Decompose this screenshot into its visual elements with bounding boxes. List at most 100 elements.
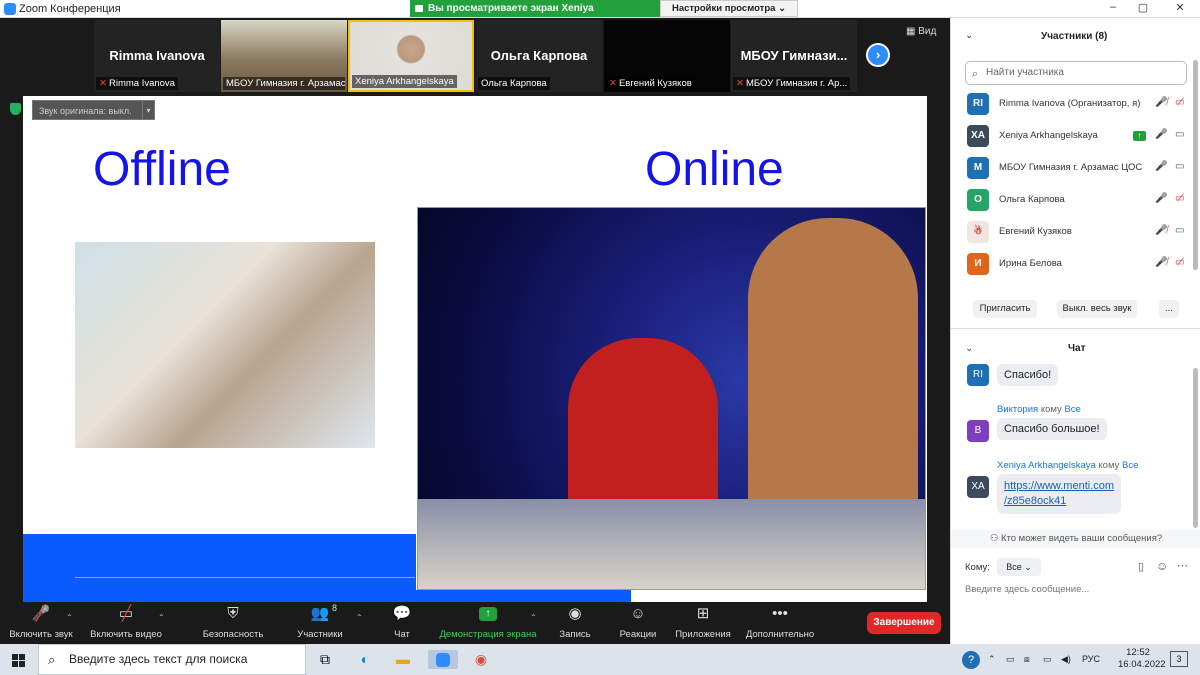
- video-tile[interactable]: Rimma Ivanova ✕ Rimma Ivanova: [94, 20, 220, 92]
- window-title: Zoom Конференция: [19, 3, 121, 15]
- help-icon[interactable]: ?: [962, 651, 980, 669]
- mic-icon[interactable]: 🎤: [1155, 161, 1167, 172]
- chevron-up-icon[interactable]: ⌃: [988, 654, 996, 665]
- participant-row[interactable]: И Ирина Белова 🎤̸ ▭̸: [965, 250, 1195, 278]
- taskbar-search-input[interactable]: ⌕ Введите здесь текст для поиска: [38, 644, 306, 675]
- chevron-up-icon[interactable]: ⌃: [66, 606, 73, 630]
- reactions-label: Реакции: [619, 629, 657, 640]
- video-tile[interactable]: МБОУ Гимнази... ✕ МБОУ Гимназия г. Ар...: [731, 20, 857, 92]
- participant-row[interactable]: M МБОУ Гимназия г. Арзамас ЦОС 🎤 ▭: [965, 154, 1195, 182]
- end-meeting-button[interactable]: Завершение: [867, 612, 941, 634]
- reactions-button[interactable]: ☺ Реакции: [614, 602, 662, 644]
- language-indicator[interactable]: РУС: [1082, 654, 1100, 664]
- zoom-taskbar-icon[interactable]: [428, 650, 458, 669]
- collapse-participants-icon[interactable]: ⌄: [965, 30, 973, 41]
- collapse-chat-icon[interactable]: ⌄: [965, 343, 973, 354]
- zoom-logo-icon: [4, 3, 16, 15]
- windows-taskbar: ⌕ Введите здесь текст для поиска ⧉ ◐ ▬ ◉ …: [0, 644, 1200, 675]
- chat-message: Виктория кому Все В Спасибо большое!: [965, 404, 1195, 448]
- mic-icon[interactable]: 🎤: [1155, 193, 1167, 204]
- chat-bubble: Спасибо!: [997, 364, 1059, 386]
- chat-message-input[interactable]: Введите здесь сообщение...: [965, 584, 1089, 595]
- apps-button[interactable]: ⊞ Приложения: [672, 602, 734, 644]
- view-options-button[interactable]: Настройки просмотра ⌄: [660, 0, 798, 17]
- chat-recipient-select[interactable]: Все ⌄: [997, 558, 1041, 576]
- file-icon[interactable]: ▯: [1138, 560, 1144, 573]
- mute-all-button[interactable]: Выкл. весь звук: [1057, 300, 1137, 318]
- chat-link[interactable]: /z85e8ock41: [1004, 495, 1066, 507]
- participants-icon: 👥: [310, 605, 330, 622]
- task-view-icon[interactable]: ⧉: [315, 650, 335, 669]
- emoji-icon[interactable]: ☺: [1156, 559, 1168, 573]
- mic-icon[interactable]: 🎤: [1155, 129, 1167, 140]
- video-tile[interactable]: Ольга Карпова Ольга Карпова: [476, 20, 602, 92]
- tile-name-label: ✕ МБОУ Гимназия г. Ар...: [733, 77, 851, 90]
- windows-start-icon[interactable]: [12, 654, 25, 667]
- participant-row[interactable]: О Ольга Карпова 🎤 ▭̸: [965, 186, 1195, 214]
- video-tile-active-speaker[interactable]: Xeniya Arkhangelskaya: [348, 20, 474, 92]
- chevron-up-icon[interactable]: ⌃: [356, 606, 363, 630]
- chat-button[interactable]: 💬 Чат: [380, 602, 424, 644]
- video-off-icon[interactable]: ▭̸: [1175, 193, 1184, 204]
- unmute-button[interactable]: 🎤 ╱ ⌃ Включить звук: [4, 602, 78, 644]
- video-tile[interactable]: МБОУ Гимназия г. Арзамас: [221, 20, 347, 92]
- edge-browser-icon[interactable]: ◐: [355, 650, 375, 669]
- chevron-up-icon[interactable]: ⌃: [158, 606, 165, 630]
- ellipsis-icon[interactable]: ⋯: [1177, 559, 1188, 572]
- next-page-arrow-icon[interactable]: ›: [866, 43, 890, 67]
- grid-icon: ▦: [906, 26, 919, 37]
- chevron-up-icon[interactable]: ⌃: [530, 606, 537, 630]
- network-icon[interactable]: ⧈: [1024, 654, 1030, 665]
- slide-title-offline: Offline: [93, 143, 231, 196]
- zoom-tray-icon[interactable]: ▭: [1006, 654, 1015, 665]
- taskbar-clock[interactable]: 12:52 16.04.2022: [1118, 647, 1166, 671]
- notifications-icon[interactable]: 3: [1170, 651, 1188, 667]
- tile-name-label: Xeniya Arkhangelskaya: [352, 75, 457, 88]
- participant-row[interactable]: RI Rimma Ivanova (Организатор, я) 🎤̸ ▭̸: [965, 90, 1195, 118]
- video-off-icon[interactable]: ▭̸: [1175, 257, 1184, 268]
- participants-scrollbar[interactable]: [1193, 60, 1198, 270]
- video-off-icon[interactable]: ▭̸: [1175, 97, 1184, 108]
- chat-link[interactable]: https://www.menti.com: [1004, 480, 1114, 492]
- start-video-button[interactable]: ▭ ╱ ⌃ Включить видео: [86, 602, 166, 644]
- original-sound-toggle[interactable]: Звук оригинала: выкл. ▾: [32, 100, 155, 120]
- invite-button[interactable]: Пригласить: [973, 300, 1037, 318]
- view-button[interactable]: ▦ Вид: [906, 26, 936, 37]
- video-icon[interactable]: ▭: [1175, 161, 1184, 172]
- video-tile[interactable]: ✕ Евгений Кузяков: [604, 20, 730, 92]
- chat-scrollbar[interactable]: [1193, 368, 1198, 528]
- mic-muted-icon: ✕: [736, 78, 744, 89]
- photo-person: [748, 218, 918, 518]
- participant-row[interactable]: XA Xeniya Arkhangelskaya ↑ 🎤 ▭: [965, 122, 1195, 150]
- close-button[interactable]: ✕: [1170, 1, 1190, 14]
- video-icon[interactable]: ▭: [1175, 129, 1184, 140]
- participants-more-button[interactable]: ...: [1159, 300, 1179, 318]
- share-screen-button[interactable]: ↑ ⌃ Демонстрация экрана: [436, 602, 540, 644]
- participant-search-input[interactable]: ⌕ Найти участника: [965, 61, 1187, 85]
- chat-privacy-text: Кто может видеть ваши сообщения?: [1000, 533, 1163, 544]
- chat-sender: Xeniya Arkhangelskaya: [997, 460, 1096, 471]
- record-button[interactable]: ◉ Запись: [554, 602, 596, 644]
- battery-icon[interactable]: ▭: [1043, 654, 1052, 665]
- maximize-button[interactable]: ▢: [1133, 1, 1153, 14]
- video-icon[interactable]: ▭: [1175, 225, 1184, 236]
- participant-row[interactable]: ☃ Евгений Кузяков 🎤̸ ▭: [965, 218, 1195, 246]
- mic-muted-icon[interactable]: 🎤̸: [1155, 225, 1167, 236]
- search-icon: ⌕: [48, 652, 56, 667]
- encryption-shield-icon[interactable]: [10, 103, 21, 115]
- chevron-down-icon[interactable]: ▾: [142, 101, 154, 119]
- file-explorer-icon[interactable]: ▬: [393, 650, 413, 669]
- participants-button[interactable]: 👥 8 ⌃ Участники: [290, 602, 362, 644]
- chrome-browser-icon[interactable]: ◉: [471, 650, 491, 669]
- clock-date: 16.04.2022: [1118, 659, 1166, 670]
- minimize-button[interactable]: –: [1103, 1, 1123, 13]
- clock-time: 12:52: [1126, 647, 1150, 658]
- speaker-icon[interactable]: ◀): [1061, 654, 1071, 665]
- chat-privacy-link[interactable]: ⚇ Кто может видеть ваши сообщения?: [951, 530, 1200, 548]
- tile-name-text: МБОУ Гимназия г. Арзамас: [226, 78, 345, 89]
- screen-share-icon: ↑: [1133, 131, 1146, 141]
- mic-muted-icon[interactable]: 🎤̸: [1155, 257, 1167, 268]
- security-button[interactable]: ⛨ Безопасность: [198, 602, 268, 644]
- more-button[interactable]: ••• Дополнительно: [742, 602, 818, 644]
- mic-muted-icon[interactable]: 🎤̸: [1155, 97, 1167, 108]
